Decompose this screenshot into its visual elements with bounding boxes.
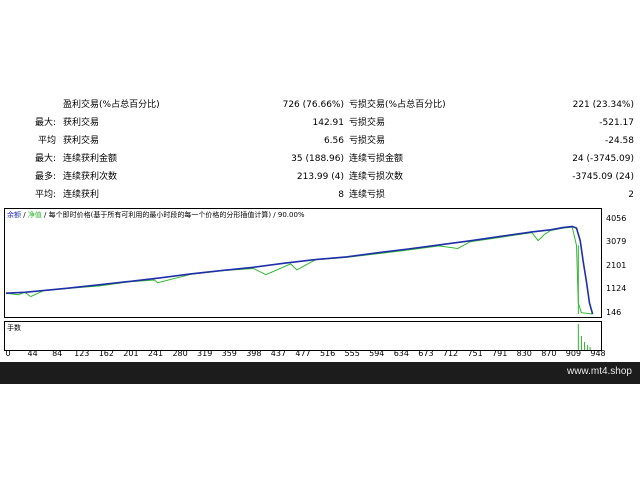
y-tick-label: 4056 [606,214,627,223]
win-label: 盈利交易(%占总百分比) [63,100,160,110]
row-prefix: 最多: [34,172,56,182]
loss-value: -3745.09 (24) [572,172,634,182]
loss-label: 连续亏损 [349,190,386,200]
balance-chart: 余额 / 净值 / 每个即时价格(基于所有可利用的最小时段的每一个价格的分形插值… [4,208,636,362]
loss-value: 2 [628,190,634,200]
x-tick-label: 398 [246,349,262,358]
stats-row: 平均: 连续获利 8 连续亏损 2 [0,186,640,204]
x-tick-label: 44 [27,349,38,358]
loss-value: -24.58 [604,136,634,146]
x-tick-label: 634 [393,349,409,358]
x-tick-label: 123 [74,349,90,358]
x-tick-label: 0 [5,349,11,358]
stats-row: 平均 获利交易 6.56 亏损交易 -24.58 [0,132,640,150]
win-value: 6.56 [323,136,344,146]
loss-label: 连续亏损金额 [349,154,404,164]
row-prefix: 平均 [37,136,56,146]
watermark-text: www.mt4.shop [566,366,632,377]
win-value: 142.91 [312,118,345,128]
stats-row: 最大: 获利交易 142.91 亏损交易 -521.17 [0,114,640,132]
row-prefix: 最大: [34,154,56,164]
x-tick-label: 948 [590,349,606,358]
y-tick-label: 1124 [606,284,627,294]
x-tick-label: 201 [123,349,139,358]
x-tick-label: 437 [270,349,287,358]
win-label: 连续获利金额 [63,154,118,164]
x-tick-label: 477 [295,349,311,358]
loss-value: 221 (23.34%) [572,100,634,110]
loss-label: 连续亏损次数 [349,172,404,182]
win-label: 连续获利 [63,190,100,200]
win-label: 获利交易 [63,136,100,146]
loss-value: -521.17 [599,118,634,128]
footer-bar: www.mt4.shop [0,362,640,384]
stats-row: 最大: 连续获利金额 35 (188.96) 连续亏损金额 24 (-3745.09) [0,150,640,168]
chart-plot [5,225,594,350]
win-value: 8 [338,190,344,200]
row-prefix: 最大: [34,118,56,128]
stats-row: 盈利交易(%占总百分比) 726 (76.66%) 亏损交易(%占总百分比) 221 … [0,96,640,114]
x-tick-label: 830 [516,349,532,358]
win-label: 连续获利次数 [63,172,118,182]
loss-label: 亏损交易 [349,118,386,128]
y-tick-label: 3079 [606,237,627,247]
win-value: 213.99 (4) [296,172,344,182]
x-tick-label: 319 [197,349,213,358]
x-tick-label: 241 [147,349,164,358]
row-prefix: 平均: [34,190,56,200]
win-value: 726 (76.66%) [282,100,344,110]
x-tick-label: 516 [319,349,336,358]
x-tick-label: 162 [98,349,114,358]
x-tick-label: 751 [467,349,483,358]
x-tick-label: 673 [418,349,434,358]
x-tick-label: 359 [221,349,237,358]
x-tick-label: 84 [52,349,63,358]
loss-label: 亏损交易(%占总百分比) [349,100,446,110]
win-label: 获利交易 [63,118,100,128]
y-tick-label: 146 [606,308,622,317]
equity-line [5,226,593,315]
x-tick-label: 791 [492,349,508,358]
x-tick-label: 555 [344,349,360,358]
y-tick-label: 2101 [606,261,627,270]
x-tick-label: 712 [442,349,459,358]
balance-line [5,225,594,315]
loss-label: 亏损交易 [349,136,386,146]
x-tick-label: 909 [565,349,582,358]
x-tick-label: 594 [369,349,385,358]
x-tick-label: 870 [541,349,557,358]
win-value: 35 (188.96) [291,154,344,164]
stats-row: 最多: 连续获利次数 213.99 (4) 连续亏损次数 -3745.09 (24) [0,168,640,186]
loss-value: 24 (-3745.09) [572,154,634,164]
stats-table: 盈利交易(%占总百分比) 726 (76.66%) 亏损交易(%占总百分比) 221 … [0,96,640,208]
x-tick-label: 280 [172,349,188,358]
